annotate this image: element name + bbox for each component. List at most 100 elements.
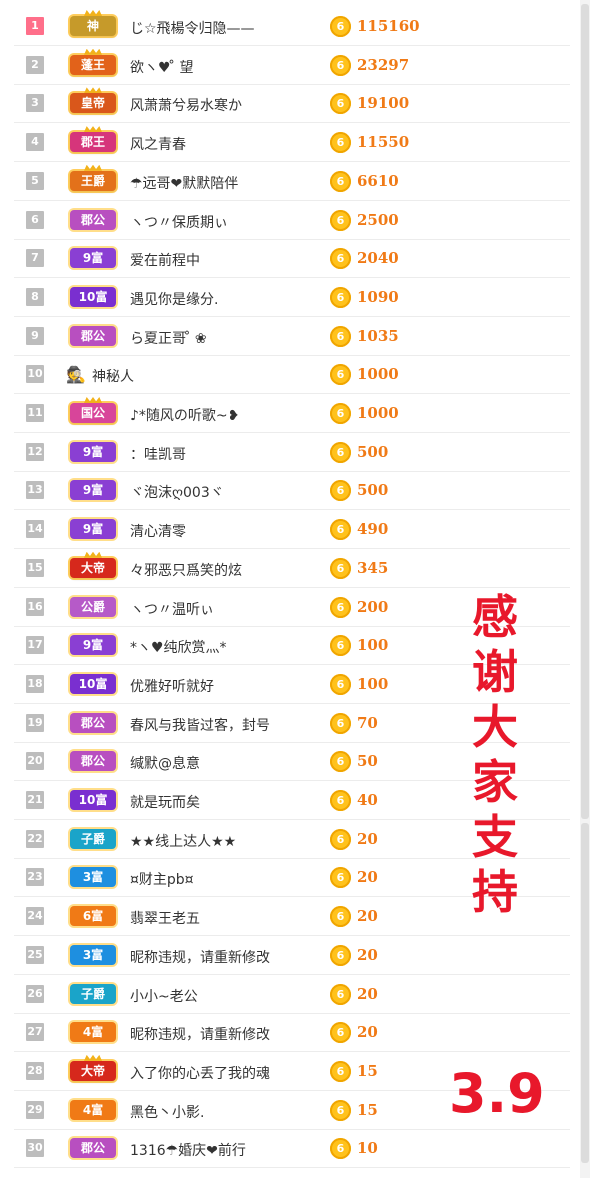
rank-number: 20 bbox=[26, 752, 44, 771]
score-value: 115160 bbox=[357, 17, 420, 35]
user-name[interactable]: ♪*随风の听歌~❥ bbox=[130, 405, 239, 425]
leaderboard-row[interactable]: 5 王爵 ☂远哥❤默默陪伴 6 6610 bbox=[14, 163, 570, 201]
user-name[interactable]: 入了你的心丢了我的魂 bbox=[130, 1063, 270, 1083]
user-name[interactable]: *ヽ♥纯欣赏灬* bbox=[130, 637, 227, 657]
scrollbar-thumb-lower[interactable] bbox=[581, 823, 589, 1163]
leaderboard-row[interactable]: 6 郡公 ヽつ〃保质期ぃ 6 2500 bbox=[14, 202, 570, 240]
user-name[interactable]: ら夏正哥 ̊ ❀ bbox=[130, 328, 207, 348]
leaderboard-row[interactable]: 26 子爵 小小~老公 6 20 bbox=[14, 976, 570, 1014]
user-name[interactable]: 风萧萧兮易水寒か bbox=[130, 95, 242, 115]
coin-icon: 6 bbox=[330, 828, 351, 850]
coin-icon: 6 bbox=[330, 1138, 351, 1160]
user-name[interactable]: 1316☂婚庆❤前行 bbox=[130, 1140, 246, 1160]
rank-number: 24 bbox=[26, 907, 44, 926]
rank-badge: 3富 bbox=[70, 944, 116, 965]
thanks-char: 谢 bbox=[472, 645, 518, 699]
score-value: 50 bbox=[357, 752, 378, 771]
score-value: 10 bbox=[357, 1139, 378, 1158]
leaderboard-row[interactable]: 1 神じ☆飛楊令归隐—— 6 115160 bbox=[14, 8, 570, 46]
user-name[interactable]: 翡翠王老五 bbox=[130, 908, 200, 928]
score-value: 15 bbox=[357, 1100, 378, 1119]
user-name[interactable]: 缄默@息意 bbox=[130, 753, 200, 773]
leaderboard-row[interactable]: 11 国公 ♪*随风の听歌~❥ 6 1000 bbox=[14, 395, 570, 433]
coin-icon: 6 bbox=[330, 441, 351, 463]
user-name[interactable]: ¤财主pb¤ bbox=[130, 869, 194, 889]
rank-badge: 3富 bbox=[70, 867, 116, 888]
leaderboard-row[interactable]: 27 4富 昵称违规，请重新修改 6 20 bbox=[14, 1014, 570, 1053]
coin-icon: 6 bbox=[330, 1022, 351, 1044]
rank-badge: 蓬王 bbox=[70, 54, 116, 75]
rank-badge: 皇帝 bbox=[70, 93, 116, 114]
leaderboard-row[interactable]: 2 蓬王 欲ヽ♥ ̊ 望 6 23297 bbox=[14, 47, 570, 85]
user-name[interactable]: 欲ヽ♥ ̊ 望 bbox=[130, 57, 193, 77]
rank-badge: 郡王 bbox=[70, 132, 116, 153]
leaderboard-list: 1 神じ☆飛楊令归隐—— 6 115160 2 蓬王 欲ヽ♥ ̊ 望 6 23297 3 皇帝 风萧萧… bbox=[0, 0, 594, 1178]
coin-icon: 6 bbox=[330, 712, 351, 734]
user-name[interactable]: 清心清零 bbox=[130, 521, 186, 541]
leaderboard-row[interactable]: 9 郡公 ら夏正哥 ̊ ❀ 6 1035 bbox=[14, 318, 570, 356]
rank-number: 16 bbox=[26, 597, 44, 616]
score-value: 20 bbox=[357, 868, 378, 887]
thanks-char: 大 bbox=[472, 700, 518, 754]
scrollbar-thumb-upper[interactable] bbox=[581, 4, 589, 819]
score-value: 70 bbox=[357, 713, 378, 732]
user-name[interactable]: 就是玩而矣 bbox=[130, 792, 200, 812]
user-name[interactable]: 春风与我皆过客，封号 bbox=[130, 715, 270, 735]
user-name[interactable]: ：哇凯哥 bbox=[130, 444, 186, 464]
rank-badge: 郡公 bbox=[70, 1138, 116, 1159]
user-name[interactable]: ☂远哥❤默默陪伴 bbox=[130, 173, 238, 193]
version-label: 3.9 bbox=[449, 1062, 545, 1125]
rank-number: 2 bbox=[26, 55, 44, 74]
rank-number: 26 bbox=[26, 984, 44, 1003]
leaderboard-row[interactable]: 10 🕵 神秘人 6 1000 bbox=[14, 356, 570, 395]
user-name[interactable]: 々邪恶只爲笑的炫 bbox=[130, 560, 242, 580]
leaderboard-row[interactable]: 30 郡公 1316☂婚庆❤前行 6 10 bbox=[14, 1130, 570, 1169]
score-value: 345 bbox=[357, 558, 389, 577]
score-value: 19100 bbox=[357, 94, 410, 113]
rank-number: 8 bbox=[26, 287, 44, 306]
rank-badge: 神 bbox=[70, 16, 116, 36]
rank-number: 9 bbox=[26, 326, 44, 345]
rank-badge: 大帝 bbox=[70, 1060, 116, 1081]
leaderboard-row[interactable]: 8 10富 遇见你是缘分. 6 1090 bbox=[14, 279, 570, 317]
score-value: 500 bbox=[357, 442, 389, 461]
user-name[interactable]: じ☆飛楊令归隐—— bbox=[130, 18, 255, 38]
leaderboard-row[interactable]: 4 郡王 风之青春 6 11550 bbox=[14, 124, 570, 163]
rank-badge: 10富 bbox=[70, 790, 116, 810]
rank-number: 21 bbox=[26, 791, 44, 809]
leaderboard-row[interactable]: 12 9富 ：哇凯哥 6 500 bbox=[14, 434, 570, 472]
user-name[interactable]: 神秘人 bbox=[92, 366, 134, 386]
leaderboard-row[interactable]: 13 9富 ヾ泡沫ღ003ヾ 6 500 bbox=[14, 472, 570, 511]
coin-icon: 6 bbox=[330, 286, 351, 308]
score-value: 1000 bbox=[357, 404, 399, 422]
user-name[interactable]: 昵称违规，请重新修改 bbox=[130, 947, 270, 967]
rank-number: 28 bbox=[26, 1061, 44, 1080]
user-name[interactable]: 爱在前程中 bbox=[130, 250, 200, 270]
score-value: 490 bbox=[357, 520, 389, 539]
user-name[interactable]: ★★线上达人★★ bbox=[130, 831, 236, 851]
leaderboard-row[interactable]: 14 9富 清心清零 6 490 bbox=[14, 511, 570, 550]
rank-number: 15 bbox=[26, 558, 44, 577]
rank-badge: 9富 bbox=[70, 635, 116, 656]
rank-badge: 子爵 bbox=[70, 983, 116, 1004]
user-name[interactable]: ヾ泡沫ღ003ヾ bbox=[130, 482, 224, 502]
score-value: 200 bbox=[357, 597, 389, 616]
coin-icon: 6 bbox=[330, 325, 351, 347]
user-name[interactable]: 优雅好听就好 bbox=[130, 676, 214, 696]
leaderboard-row[interactable]: 25 3富 昵称违规，请重新修改 6 20 bbox=[14, 937, 570, 975]
score-value: 20 bbox=[357, 1023, 378, 1042]
user-name[interactable]: 黑色丶小影. bbox=[130, 1102, 204, 1122]
coin-icon: 6 bbox=[330, 790, 351, 811]
rank-badge: 郡公 bbox=[70, 209, 116, 230]
user-name[interactable]: 遇见你是缘分. bbox=[130, 289, 218, 309]
leaderboard-row[interactable]: 15 大帝 々邪恶只爲笑的炫 6 345 bbox=[14, 550, 570, 588]
leaderboard-row[interactable]: 3 皇帝 风萧萧兮易水寒か 6 19100 bbox=[14, 85, 570, 124]
leaderboard-row[interactable]: 7 9富 爱在前程中 6 2040 bbox=[14, 240, 570, 279]
user-name[interactable]: 昵称违规，请重新修改 bbox=[130, 1024, 270, 1044]
score-value: 1090 bbox=[357, 287, 399, 306]
user-name[interactable]: ヽつ〃保质期ぃ bbox=[130, 212, 228, 232]
user-name[interactable]: 风之青春 bbox=[130, 134, 186, 154]
score-value: 20 bbox=[357, 945, 378, 964]
user-name[interactable]: 小小~老公 bbox=[130, 986, 198, 1006]
user-name[interactable]: ヽつ〃温听ぃ bbox=[130, 599, 214, 619]
